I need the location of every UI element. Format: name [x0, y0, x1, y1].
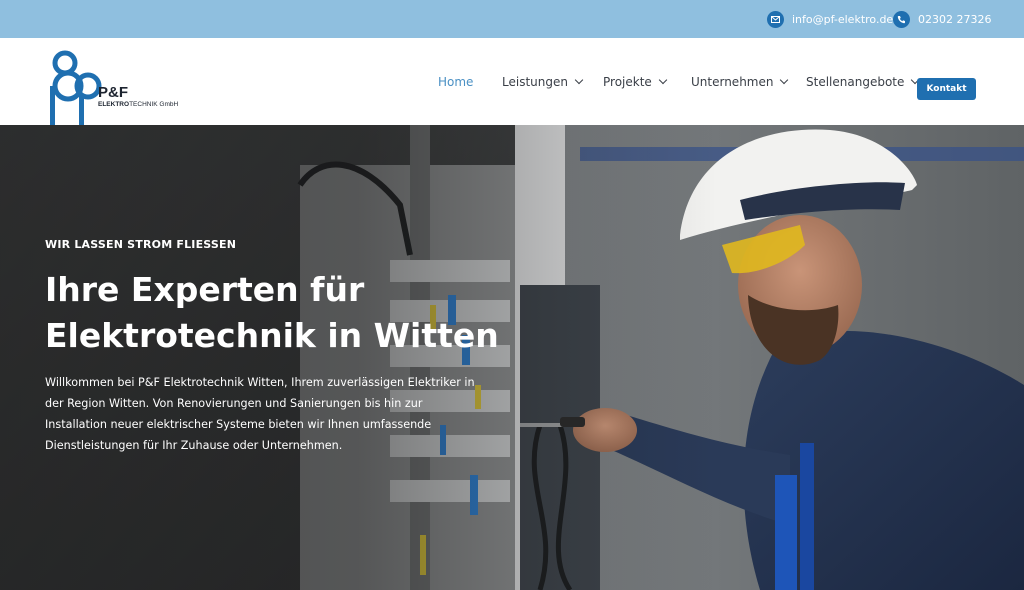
hero-eyebrow: WIR LASSEN STROM FLIESSEN — [45, 238, 237, 251]
chevron-down-icon — [780, 75, 789, 85]
nav-item-home[interactable]: Home — [438, 38, 473, 125]
mail-icon — [767, 10, 784, 28]
top-contact-bar: info@pf-elektro.de 02302 27326 — [0, 0, 1024, 38]
hero-section: WIR LASSEN STROM FLIESSEN Ihre Experten … — [0, 125, 1024, 590]
chevron-down-icon — [574, 75, 584, 85]
nav-item-stellenangebote[interactable]: Stellenangebote — [806, 38, 920, 125]
hero-headline-line2: Elektrotechnik in Witten — [45, 316, 499, 355]
hero-headline-line1: Ihre Experten für — [45, 270, 365, 309]
hero-headline: Ihre Experten für Elektrotechnik in Witt… — [45, 267, 525, 359]
kontakt-button[interactable]: Kontakt — [917, 78, 976, 100]
phone-text[interactable]: 02302 27326 — [918, 13, 991, 26]
nav-item-leistungen[interactable]: Leistungen — [502, 38, 584, 125]
hero-lead-text: Willkommen bei P&F Elektrotechnik Witten… — [45, 376, 475, 452]
phone-icon — [893, 10, 910, 28]
nav-label: Home — [438, 74, 474, 89]
nav-label: Projekte — [603, 74, 652, 89]
site-header: P&F ELEKTROTECHNIK GmbH Home Leistungen … — [0, 38, 1024, 126]
nav-label: Unternehmen — [691, 74, 774, 89]
main-navigation: Home Leistungen Projekte Unternehmen Ste… — [0, 38, 1024, 125]
nav-item-projekte[interactable]: Projekte — [603, 38, 668, 125]
chevron-down-icon — [658, 75, 668, 85]
nav-label: Leistungen — [502, 74, 568, 89]
email-contact[interactable]: info@pf-elektro.de — [767, 0, 893, 38]
email-text[interactable]: info@pf-elektro.de — [792, 13, 893, 26]
nav-item-unternehmen[interactable]: Unternehmen — [691, 38, 789, 125]
phone-contact[interactable]: 02302 27326 — [893, 0, 991, 38]
nav-label: Stellenangebote — [806, 74, 905, 89]
